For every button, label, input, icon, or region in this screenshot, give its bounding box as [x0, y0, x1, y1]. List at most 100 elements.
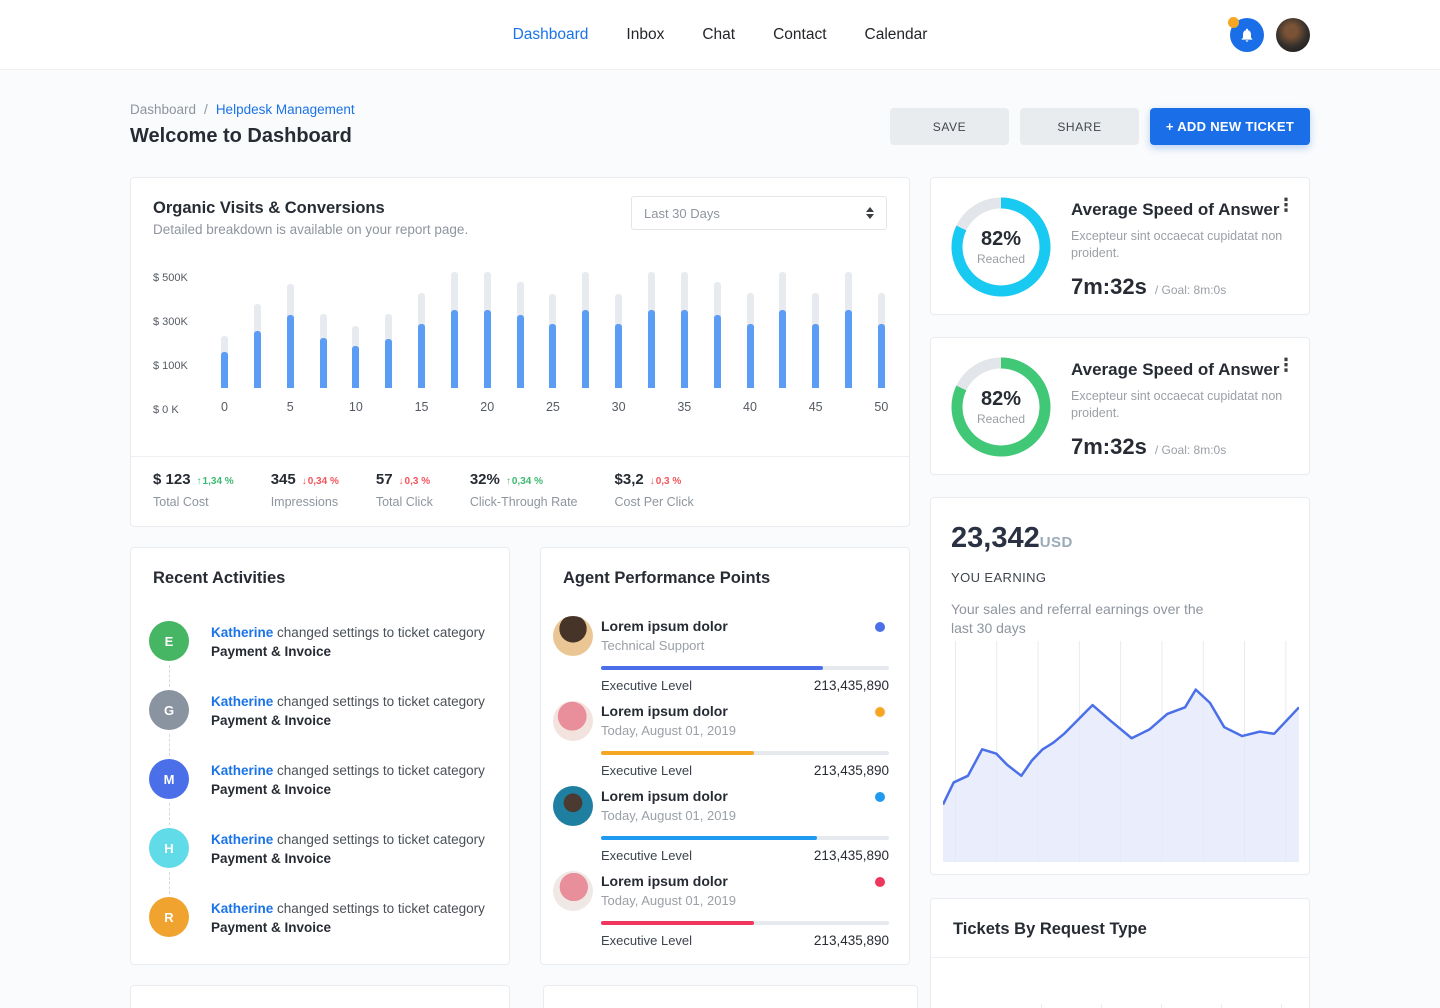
- nav-item-contact[interactable]: Contact: [773, 26, 826, 44]
- agent-row[interactable]: Lorem ipsum dolor Technical Support Exec…: [553, 610, 889, 695]
- activity-user[interactable]: Katherine: [211, 832, 273, 847]
- agent-name: Lorem ipsum dolor: [601, 873, 728, 889]
- bar: [845, 270, 852, 388]
- activity-target: Payment & Invoice: [211, 644, 331, 659]
- progress-bar: [601, 921, 889, 925]
- stat-label: Total Cost: [153, 495, 234, 509]
- card-description: Excepteur sint occaecat cupidatat non pr…: [1071, 228, 1301, 262]
- stat-total-cost: $ 123 ↑1,34 % Total Cost: [153, 471, 234, 509]
- donut-percent: 82%: [981, 388, 1021, 411]
- bar: [254, 270, 261, 388]
- activity-item[interactable]: M Katherine changed settings to ticket c…: [149, 759, 491, 828]
- more-options-icon[interactable]: ⋮: [1277, 356, 1295, 374]
- x-tick: 20: [480, 400, 494, 414]
- progress-bar: [601, 836, 889, 840]
- add-new-ticket-button[interactable]: + ADD NEW TICKET: [1150, 108, 1310, 145]
- earnings-amount: 23,342: [951, 522, 1040, 555]
- tickets-card-title: Tickets By Request Type: [953, 920, 1147, 939]
- kpi-stats-row: $ 123 ↑1,34 % Total Cost 345 ↓0,34 % Imp…: [153, 471, 887, 509]
- stat-impressions: 345 ↓0,34 % Impressions: [271, 471, 339, 509]
- breadcrumb-dashboard[interactable]: Dashboard: [130, 102, 196, 117]
- share-button[interactable]: SHARE: [1020, 108, 1139, 145]
- speed-of-answer-card-1: 82% Reached Average Speed of Answer ⋮ Ex…: [930, 177, 1310, 315]
- donut-caption: Reached: [977, 252, 1025, 266]
- date-range-select[interactable]: Last 30 Days: [631, 196, 887, 230]
- answer-time: 7m:32s: [1071, 434, 1147, 460]
- save-button[interactable]: SAVE: [890, 108, 1009, 145]
- notifications-button[interactable]: [1230, 18, 1264, 52]
- profile-avatar[interactable]: [1276, 18, 1310, 52]
- bar: [451, 270, 458, 388]
- agent-avatar: [553, 871, 593, 911]
- agent-level: Executive Level: [601, 763, 692, 778]
- bar: 45: [812, 270, 819, 388]
- agent-level: Executive Level: [601, 678, 692, 693]
- bar-plot-area: 05101520253035404550: [207, 266, 887, 416]
- breadcrumb-separator: /: [204, 102, 208, 117]
- activity-user[interactable]: Katherine: [211, 625, 273, 640]
- stat-ctr: 32% ↑0,34 % Click-Through Rate: [470, 471, 578, 509]
- answer-goal: / Goal: 8m:0s: [1155, 443, 1226, 457]
- activity-item[interactable]: G Katherine changed settings to ticket c…: [149, 690, 491, 759]
- donut-caption: Reached: [977, 412, 1025, 426]
- bar: [320, 270, 327, 388]
- nav-item-calendar[interactable]: Calendar: [865, 26, 928, 44]
- status-dot: [875, 622, 885, 632]
- agent-row[interactable]: Lorem ipsum dolor Today, August 01, 2019…: [553, 780, 889, 865]
- date-range-value: Last 30 Days: [644, 206, 720, 221]
- x-tick: 0: [221, 400, 228, 414]
- bar: 5: [287, 270, 294, 388]
- stat-delta: ↑0,34 %: [506, 476, 543, 487]
- activity-target: Payment & Invoice: [211, 851, 331, 866]
- status-dot: [875, 877, 885, 887]
- more-options-icon[interactable]: ⋮: [1277, 196, 1295, 214]
- activity-user[interactable]: Katherine: [211, 694, 273, 709]
- bar: [517, 270, 524, 388]
- activity-avatar: G: [149, 690, 189, 730]
- agent-list: Lorem ipsum dolor Technical Support Exec…: [553, 610, 889, 950]
- agent-subtitle: Today, August 01, 2019: [601, 723, 736, 738]
- agent-performance-card: Agent Performance Points Lorem ipsum dol…: [540, 547, 910, 965]
- timeline-connector: [169, 734, 170, 756]
- earnings-area-chart: [943, 641, 1299, 862]
- x-tick: 30: [612, 400, 626, 414]
- organic-bar-chart: $ 500K $ 300K $ 100K $ 0 K 0510152025303…: [153, 266, 887, 416]
- activity-avatar: H: [149, 828, 189, 868]
- earnings-card: 23,342 USD YOU EARNING Your sales and re…: [930, 497, 1310, 875]
- activity-item[interactable]: E Katherine changed settings to ticket c…: [149, 621, 491, 690]
- activity-text: Katherine changed settings to ticket cat…: [211, 759, 485, 799]
- x-tick: 45: [809, 400, 823, 414]
- trend-arrow-icon: ↑: [506, 476, 511, 487]
- nav-item-inbox[interactable]: Inbox: [626, 26, 664, 44]
- activity-item[interactable]: H Katherine changed settings to ticket c…: [149, 828, 491, 897]
- bar: 20: [484, 270, 491, 388]
- agent-points: 213,435,890: [814, 678, 889, 693]
- breadcrumb: Dashboard / Helpdesk Management: [130, 102, 355, 117]
- activity-user[interactable]: Katherine: [211, 763, 273, 778]
- card-description: Excepteur sint occaecat cupidatat non pr…: [1071, 388, 1301, 422]
- activity-user[interactable]: Katherine: [211, 901, 273, 916]
- nav-item-dashboard[interactable]: Dashboard: [513, 26, 589, 44]
- recent-activities-card: Recent Activities E Katherine changed se…: [130, 547, 510, 965]
- breadcrumb-current[interactable]: Helpdesk Management: [216, 102, 355, 117]
- agent-subtitle: Today, August 01, 2019: [601, 808, 736, 823]
- agent-avatar: [553, 701, 593, 741]
- agent-row[interactable]: Lorem ipsum dolor Today, August 01, 2019…: [553, 695, 889, 780]
- stat-value: $ 123: [153, 471, 191, 488]
- bar: 35: [681, 270, 688, 388]
- agent-name: Lorem ipsum dolor: [601, 618, 728, 634]
- activity-target: Payment & Invoice: [211, 920, 331, 935]
- earnings-label: YOU EARNING: [951, 570, 1046, 585]
- activity-item[interactable]: R Katherine changed settings to ticket c…: [149, 897, 491, 966]
- x-tick: 15: [415, 400, 429, 414]
- x-tick: 35: [677, 400, 691, 414]
- stat-delta: ↓0,34 %: [302, 476, 339, 487]
- sort-caret-icon: [866, 207, 874, 219]
- timeline-connector: [169, 803, 170, 825]
- nav-item-chat[interactable]: Chat: [702, 26, 735, 44]
- agent-row[interactable]: Lorem ipsum dolor Today, August 01, 2019…: [553, 865, 889, 950]
- bar: [714, 270, 721, 388]
- bar: 25: [549, 270, 556, 388]
- activity-avatar: M: [149, 759, 189, 799]
- notification-dot: [1228, 17, 1239, 28]
